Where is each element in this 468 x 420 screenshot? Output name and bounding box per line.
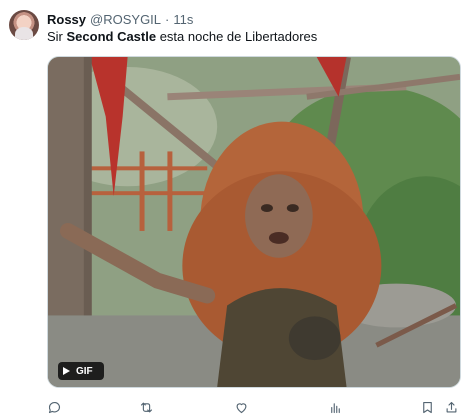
tweet-header: Rossy @ROSYGIL · 11s (47, 11, 193, 27)
gif-badge[interactable]: GIF (58, 362, 104, 380)
share-button[interactable] (444, 399, 459, 415)
tweet-text-end: esta noche de Libertadores (156, 29, 318, 44)
separator-dot: · (165, 11, 170, 27)
gif-media[interactable]: GIF (47, 56, 461, 388)
reply-icon (48, 401, 60, 413)
tweet-text-bold: Second Castle (66, 29, 157, 44)
user-handle[interactable]: @ROSYGIL (90, 12, 161, 27)
tweet[interactable]: Rossy @ROSYGIL · 11s Sir Second Castle e… (0, 0, 468, 420)
gif-badge-label: GIF (76, 365, 93, 377)
action-bar (47, 399, 461, 415)
retweet-icon (140, 402, 153, 412)
tweet-text: Sir Second Castle esta noche de Libertad… (47, 29, 317, 45)
avatar[interactable] (9, 10, 39, 40)
views-icon (331, 402, 340, 413)
display-name[interactable]: Rossy (47, 12, 86, 27)
gif-frame (48, 57, 460, 387)
views-button[interactable] (328, 399, 343, 415)
bookmark-icon (423, 401, 432, 413)
play-icon (63, 367, 70, 375)
share-icon (446, 401, 457, 412)
reply-button[interactable] (47, 399, 62, 415)
like-button[interactable] (234, 399, 249, 415)
bookmark-button[interactable] (420, 399, 435, 415)
retweet-button[interactable] (139, 399, 154, 415)
timestamp[interactable]: 11s (173, 12, 193, 27)
like-icon (236, 402, 247, 413)
tweet-text-start: Sir (47, 29, 67, 44)
